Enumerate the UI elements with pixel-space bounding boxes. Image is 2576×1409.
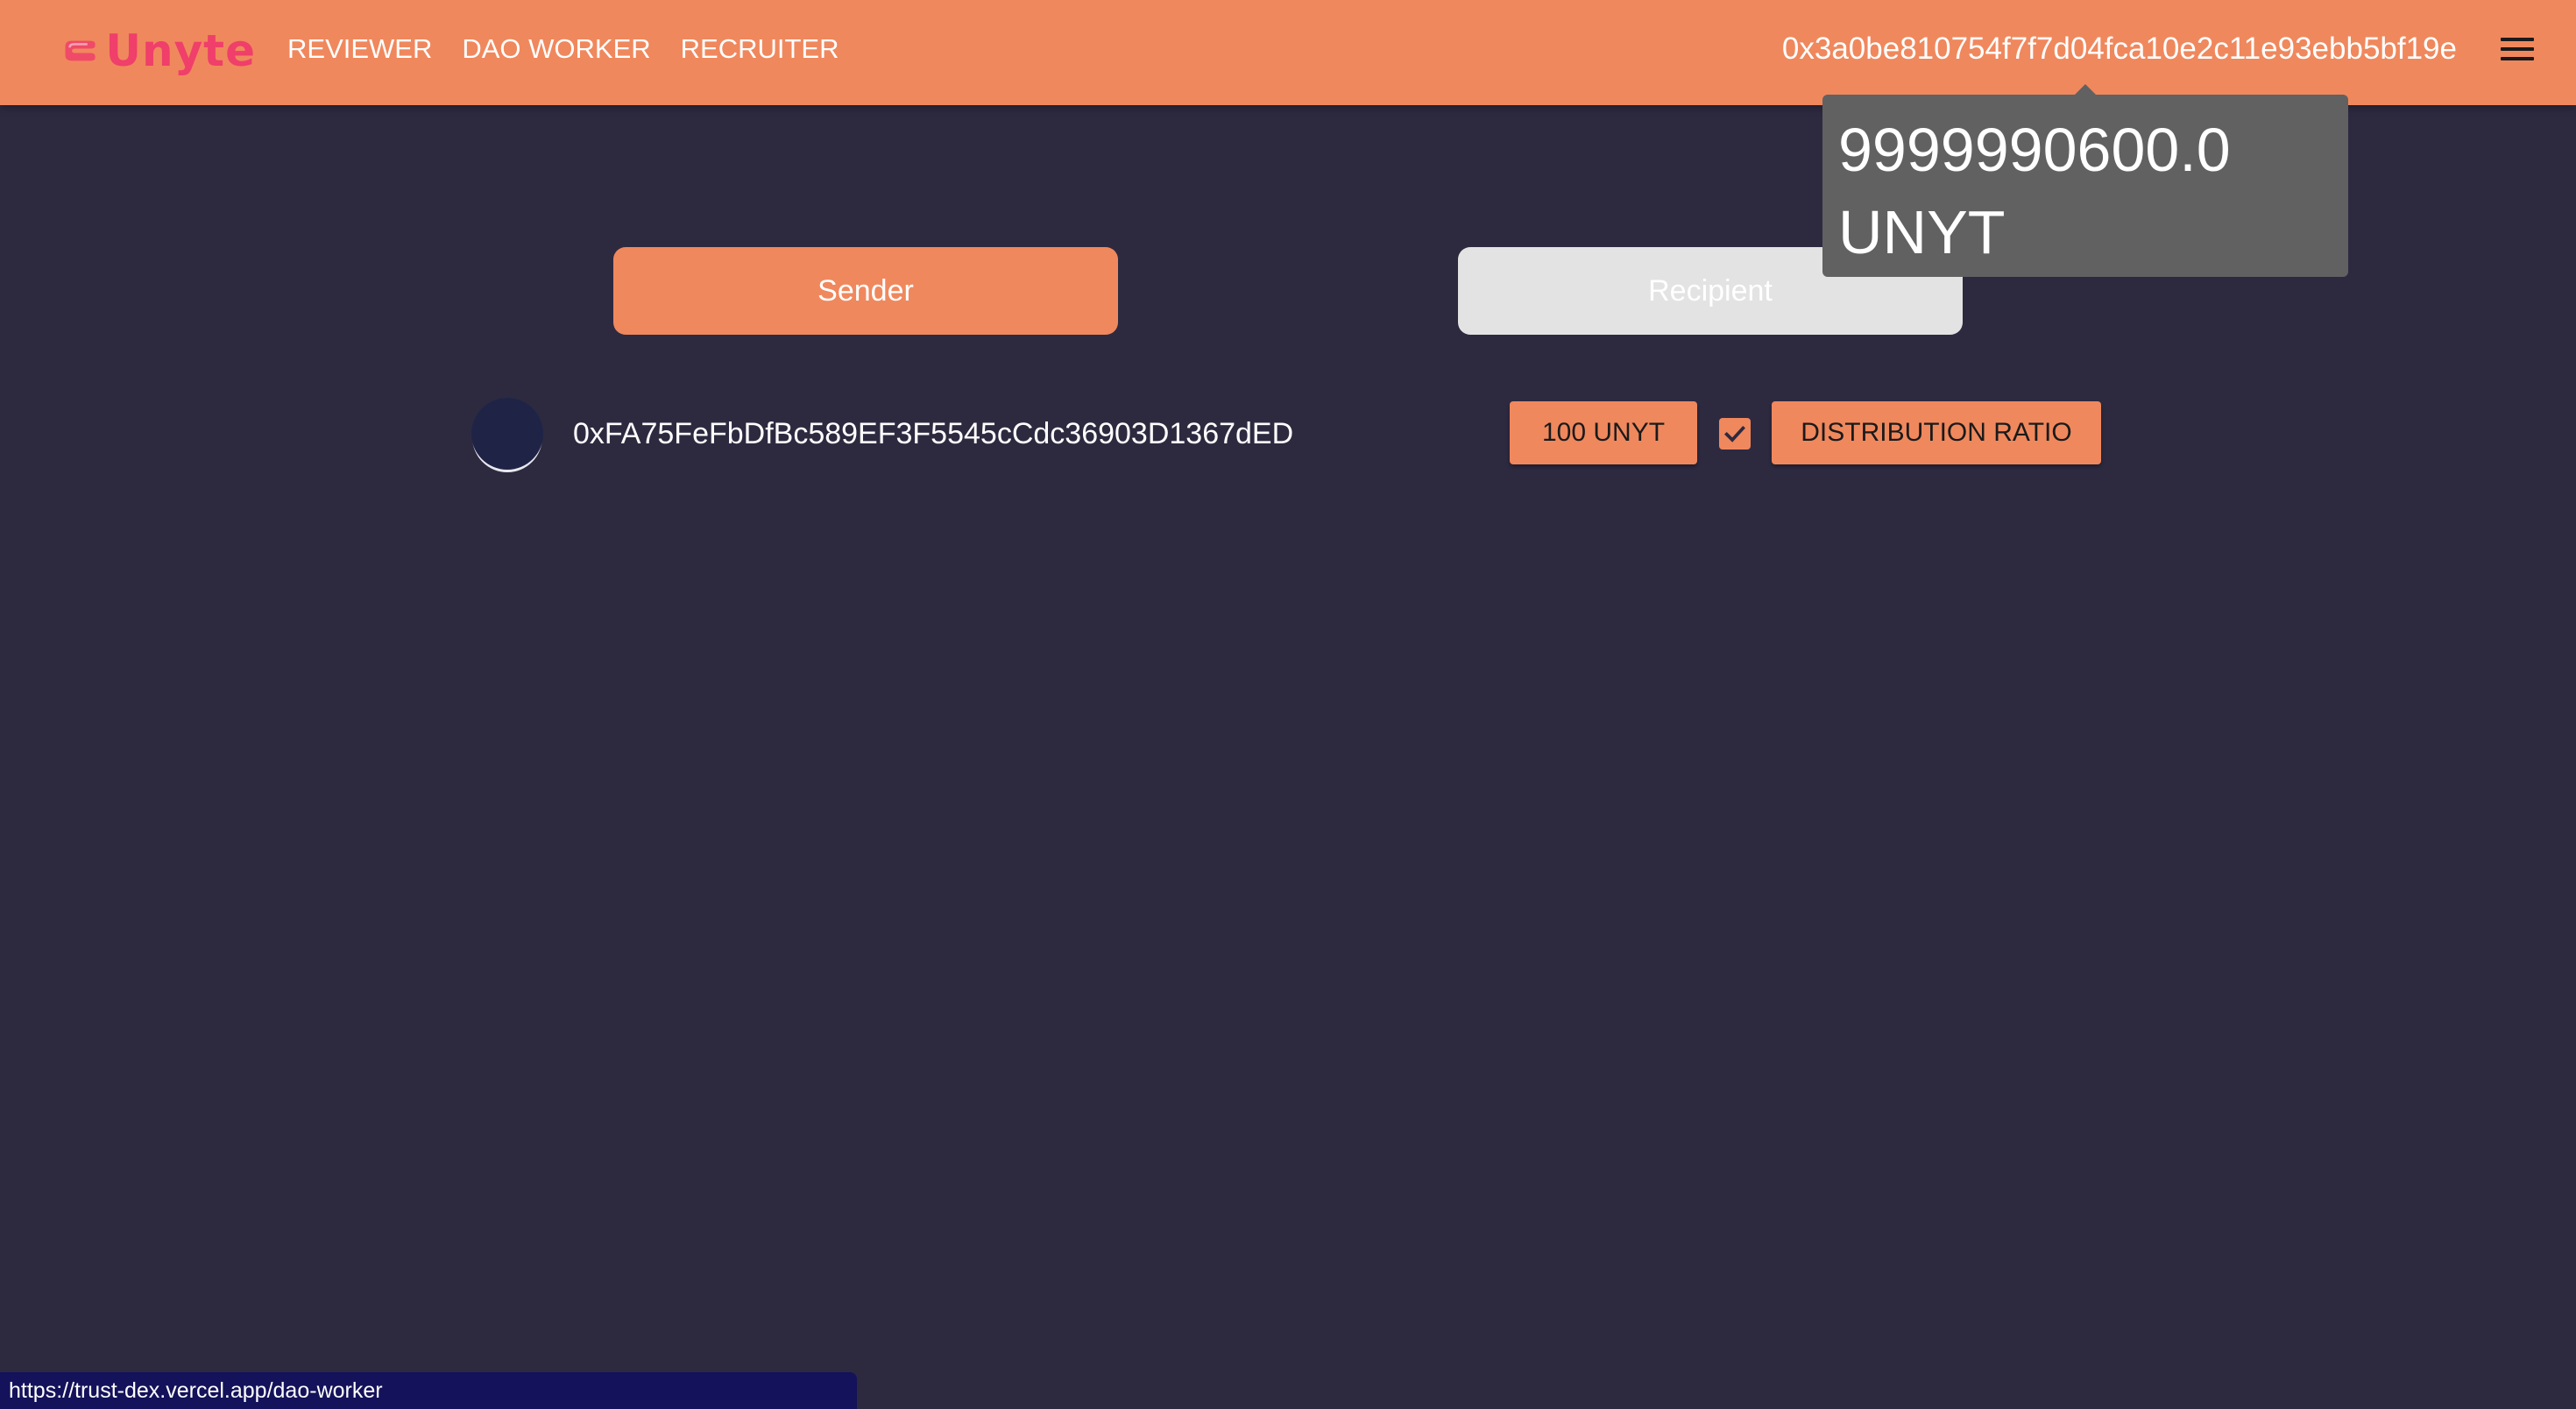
logo-text: Unyte [105, 25, 256, 76]
top-app-bar: Unyte REVIEWER DAO WORKER RECRUITER 0x3a… [0, 0, 2576, 105]
link-status-bar: https://trust-dex.vercel.app/dao-worker [0, 1372, 857, 1409]
checkmark-icon [1724, 425, 1745, 443]
sender-button[interactable]: Sender [613, 247, 1118, 335]
recipient-row: 0xFA75FeFbDfBc589EF3F5545cCdc36903D1367d… [471, 398, 2101, 470]
status-url: https://trust-dex.vercel.app/dao-worker [9, 1377, 383, 1403]
distribution-checkbox[interactable] [1719, 418, 1751, 450]
menu-line [2501, 57, 2534, 60]
menu-line [2501, 38, 2534, 41]
menu-line [2501, 47, 2534, 51]
unyte-logo[interactable]: Unyte [63, 23, 256, 79]
nav-recruiter[interactable]: RECRUITER [681, 33, 839, 65]
tooltip-unit: UNYT [1838, 198, 2006, 266]
avatar [471, 398, 543, 470]
distribution-ratio-button[interactable]: DISTRIBUTION RATIO [1772, 401, 2101, 464]
wallet-address[interactable]: 0x3a0be810754f7f7d04fca10e2c11e93ebb5bf1… [1782, 0, 2457, 98]
amount-button[interactable]: 100 UNYT [1510, 401, 1697, 464]
nav-dao-worker[interactable]: DAO WORKER [462, 33, 650, 65]
main-nav: REVIEWER DAO WORKER RECRUITER [287, 0, 869, 98]
nav-reviewer[interactable]: REVIEWER [287, 33, 432, 65]
hamburger-menu-icon[interactable] [2501, 32, 2537, 67]
tooltip-balance: 9999990600.0 [1838, 116, 2231, 184]
logo-mark-icon [65, 40, 96, 61]
recipient-address: 0xFA75FeFbDfBc589EF3F5545cCdc36903D1367d… [573, 416, 1294, 450]
balance-tooltip: 9999990600.0 UNYT [1822, 95, 2348, 277]
